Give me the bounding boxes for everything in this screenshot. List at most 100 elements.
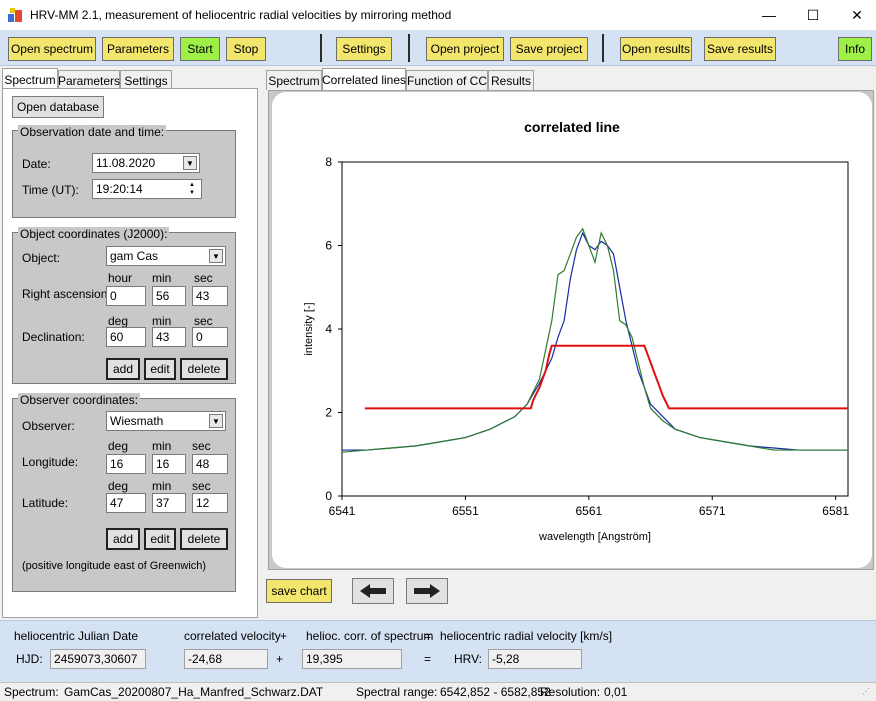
start-button[interactable]: Start xyxy=(180,37,220,61)
minimize-icon[interactable]: — xyxy=(746,0,792,30)
helioc-corr-field[interactable]: 19,395 xyxy=(302,649,402,669)
ra-header-sec: sec xyxy=(194,271,213,285)
date-picker[interactable]: 11.08.2020 ▼ xyxy=(92,153,200,173)
hrv-field[interactable]: -5,28 xyxy=(488,649,582,669)
x-tick-label: 6541 xyxy=(329,504,356,518)
hjd-label: HJD: xyxy=(16,652,43,666)
hjd-header: heliocentric Julian Date xyxy=(14,629,139,643)
app-icon xyxy=(8,8,22,22)
dec-deg-input[interactable]: 60 xyxy=(106,327,146,347)
chevron-down-icon[interactable]: ▼ xyxy=(209,249,223,263)
dec-min-input[interactable]: 43 xyxy=(152,327,186,347)
ra-hour-input[interactable]: 0 xyxy=(106,286,146,306)
lat-min-input[interactable]: 37 xyxy=(152,493,186,513)
tab-spectrum[interactable]: Spectrum xyxy=(266,70,322,90)
correlated-line-chart: correlated line 6541 6551 6561 6571 6581 0 2 4… xyxy=(303,119,849,543)
save-project-button[interactable]: Save project xyxy=(510,37,588,61)
status-spectrum-value: GamCas_20200807_Ha_Manfred_Schwarz.DAT xyxy=(64,685,324,699)
observer-label: Observer: xyxy=(22,419,75,433)
equals-sign: = xyxy=(424,629,432,643)
dec-label: Declination: xyxy=(22,330,85,344)
latitude-label: Latitude: xyxy=(22,496,69,510)
tab-function-of-cc[interactable]: Function of CC xyxy=(406,70,488,90)
observer-delete-button[interactable]: delete xyxy=(180,528,228,550)
stop-button[interactable]: Stop xyxy=(226,37,266,61)
y-tick-label: 4 xyxy=(325,322,332,336)
object-add-button[interactable]: add xyxy=(106,358,140,380)
observer-add-button[interactable]: add xyxy=(106,528,140,550)
plus-sign: + xyxy=(276,652,284,666)
parameters-button[interactable]: Parameters xyxy=(102,37,174,61)
dec-sec-input[interactable]: 0 xyxy=(192,327,228,347)
ra-header-min: min xyxy=(152,271,172,285)
plus-sign: + xyxy=(280,629,288,643)
toolbar-separator xyxy=(320,34,322,62)
correlated-velocity-header: correlated velocity xyxy=(184,629,281,643)
resize-grip-icon[interactable]: ⋰ xyxy=(862,687,872,697)
object-edit-button[interactable]: edit xyxy=(144,358,176,380)
chart-title: correlated line xyxy=(524,119,620,135)
tab-correlated-lines[interactable]: Correlated lines xyxy=(322,68,406,90)
observer-group-title: Observer coordinates: xyxy=(18,393,141,407)
lat-header-sec: sec xyxy=(192,479,211,493)
longitude-label: Longitude: xyxy=(22,455,79,469)
status-range-label: Spectral range: xyxy=(356,685,438,699)
observer-value: Wiesmath xyxy=(110,414,164,428)
correlated-velocity-field[interactable]: -24,68 xyxy=(184,649,268,669)
object-delete-button[interactable]: delete xyxy=(180,358,228,380)
open-project-button[interactable]: Open project xyxy=(426,37,504,61)
y-tick-label: 2 xyxy=(325,406,332,420)
ra-sec-input[interactable]: 43 xyxy=(192,286,228,306)
tab-spectrum[interactable]: Spectrum xyxy=(2,68,58,90)
toolbar-separator xyxy=(602,34,604,62)
arrow-right-icon[interactable] xyxy=(406,578,448,604)
object-group-title: Object coordinates (J2000): xyxy=(18,227,170,241)
observation-group xyxy=(12,130,236,218)
longitude-note: (positive longitude east of Greenwich) xyxy=(22,560,207,572)
tab-settings[interactable]: Settings xyxy=(120,70,172,90)
lat-header-min: min xyxy=(152,479,172,493)
save-chart-button[interactable]: save chart xyxy=(266,579,332,603)
tab-results[interactable]: Results xyxy=(488,70,534,90)
maximize-icon[interactable]: ☐ xyxy=(790,0,836,30)
lat-deg-input[interactable]: 47 xyxy=(106,493,146,513)
object-label: Object: xyxy=(22,251,61,265)
x-tick-label: 6561 xyxy=(575,504,602,518)
open-spectrum-button[interactable]: Open spectrum xyxy=(8,37,96,61)
observer-edit-button[interactable]: edit xyxy=(144,528,176,550)
x-tick-label: 6551 xyxy=(452,504,479,518)
hrv-header: heliocentric radial velocity [km/s] xyxy=(440,629,613,643)
hjd-field[interactable]: 2459073,30607 xyxy=(50,649,146,669)
save-results-button[interactable]: Save results xyxy=(704,37,776,61)
open-database-button[interactable]: Open database xyxy=(12,96,104,118)
equals-sign: = xyxy=(424,652,432,666)
y-tick-label: 6 xyxy=(325,239,332,253)
lat-sec-input[interactable]: 12 xyxy=(192,493,228,513)
toolbar: Open spectrum Parameters Start Stop Sett… xyxy=(0,30,876,66)
lon-sec-input[interactable]: 48 xyxy=(192,454,228,474)
dec-header-deg: deg xyxy=(108,314,129,328)
time-value: 19:20:14 xyxy=(96,182,143,196)
arrow-left-icon[interactable] xyxy=(352,578,394,604)
chevron-down-icon[interactable]: ▼ xyxy=(183,156,197,170)
observer-select[interactable]: Wiesmath ▼ xyxy=(106,411,226,431)
results-bar: heliocentric Julian Date correlated velo… xyxy=(0,620,876,682)
close-icon[interactable]: ✕ xyxy=(834,0,876,30)
lon-deg-input[interactable]: 16 xyxy=(106,454,146,474)
object-select[interactable]: gam Cas ▼ xyxy=(106,246,226,266)
ra-min-input[interactable]: 56 xyxy=(152,286,186,306)
open-results-button[interactable]: Open results xyxy=(620,37,692,61)
time-label: Time (UT): xyxy=(22,183,79,197)
window-title: HRV-MM 2.1, measurement of heliocentric … xyxy=(30,8,452,22)
ra-header-hour: hour xyxy=(108,271,133,285)
tab-parameters[interactable]: Parameters xyxy=(58,70,120,90)
lon-min-input[interactable]: 16 xyxy=(152,454,186,474)
settings-button[interactable]: Settings xyxy=(336,37,392,61)
chevron-down-icon[interactable]: ▼ xyxy=(209,414,223,428)
time-spinner-icon[interactable]: ▲ ▼ xyxy=(185,181,199,197)
date-value: 11.08.2020 xyxy=(96,156,156,170)
status-bar: Spectrum: GamCas_20200807_Ha_Manfred_Sch… xyxy=(0,682,876,701)
date-label: Date: xyxy=(22,157,51,171)
time-field[interactable]: 19:20:14 ▲ ▼ xyxy=(92,179,202,199)
info-button[interactable]: Info xyxy=(838,37,872,61)
